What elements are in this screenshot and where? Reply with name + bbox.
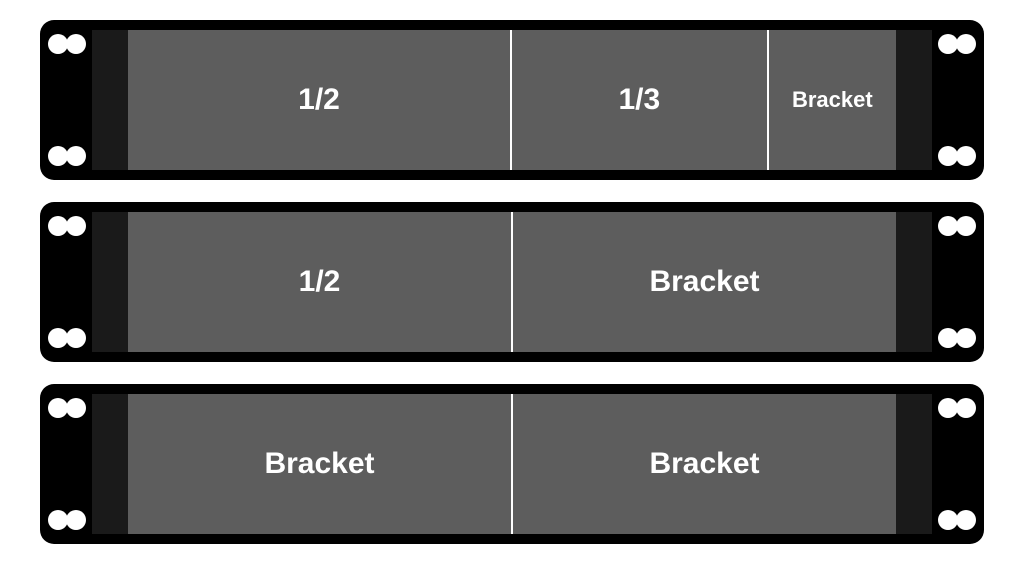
rack-side-inset <box>92 212 128 352</box>
mount-hole-icon <box>956 398 976 418</box>
slot-label: Bracket <box>792 87 873 113</box>
mount-hole-icon <box>956 34 976 54</box>
rack-unit-2: 1/2 Bracket <box>40 202 984 362</box>
slot-label: 1/3 <box>618 83 660 117</box>
mount-hole-icon <box>48 398 68 418</box>
mount-hole-icon <box>66 34 86 54</box>
rack-side-inset <box>92 394 128 534</box>
slot-label: 1/2 <box>298 83 340 117</box>
mount-hole-icon <box>48 146 68 166</box>
mount-hole-icon <box>956 510 976 530</box>
slot-label: Bracket <box>649 265 759 299</box>
mount-hole-icon <box>66 398 86 418</box>
mount-hole-icon <box>66 510 86 530</box>
slot-label: Bracket <box>649 447 759 481</box>
rack-side-inset <box>896 212 932 352</box>
rack-unit-1: 1/2 1/3 Bracket <box>40 20 984 180</box>
rack-slot: Bracket <box>769 30 896 170</box>
rack-ear-left <box>40 202 92 362</box>
rack-unit-3: Bracket Bracket <box>40 384 984 544</box>
mount-hole-icon <box>938 510 958 530</box>
rack-body-outer: 1/2 Bracket <box>92 202 932 362</box>
mount-hole-icon <box>938 398 958 418</box>
mount-hole-icon <box>938 328 958 348</box>
mount-hole-icon <box>66 328 86 348</box>
mount-hole-icon <box>938 216 958 236</box>
mount-hole-icon <box>48 34 68 54</box>
slot-label: 1/2 <box>299 265 341 299</box>
rack-slot: 1/2 <box>128 30 512 170</box>
mount-hole-icon <box>956 328 976 348</box>
rack-slot: 1/2 <box>128 212 513 352</box>
rack-ear-left <box>40 384 92 544</box>
rack-slot: 1/3 <box>512 30 769 170</box>
rack-side-inset <box>92 30 128 170</box>
rack-body-outer: 1/2 1/3 Bracket <box>92 20 932 180</box>
rack-slot: Bracket <box>513 212 896 352</box>
rack-body: 1/2 1/3 Bracket <box>128 30 896 170</box>
mount-hole-icon <box>48 216 68 236</box>
slot-label: Bracket <box>264 447 374 481</box>
rack-ear-right <box>932 384 984 544</box>
mount-hole-icon <box>956 146 976 166</box>
rack-side-inset <box>896 30 932 170</box>
rack-ear-right <box>932 202 984 362</box>
mount-hole-icon <box>938 146 958 166</box>
mount-hole-icon <box>66 146 86 166</box>
rack-body: 1/2 Bracket <box>128 212 896 352</box>
mount-hole-icon <box>48 328 68 348</box>
rack-body: Bracket Bracket <box>128 394 896 534</box>
mount-hole-icon <box>956 216 976 236</box>
rack-side-inset <box>896 394 932 534</box>
rack-body-outer: Bracket Bracket <box>92 384 932 544</box>
mount-hole-icon <box>938 34 958 54</box>
rack-ear-left <box>40 20 92 180</box>
mount-hole-icon <box>48 510 68 530</box>
rack-slot: Bracket <box>513 394 896 534</box>
rack-slot: Bracket <box>128 394 513 534</box>
rack-ear-right <box>932 20 984 180</box>
mount-hole-icon <box>66 216 86 236</box>
